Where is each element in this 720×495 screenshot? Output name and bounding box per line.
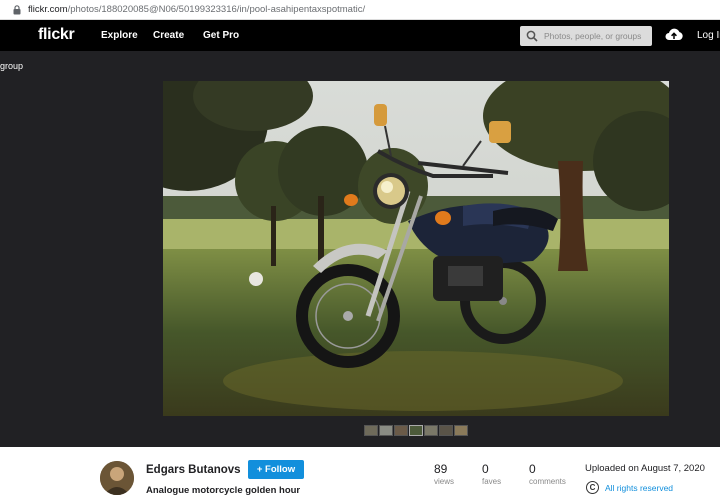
- lock-icon: [12, 4, 22, 15]
- motorcycle-photo-image: [163, 81, 669, 416]
- top-navigation: flickr Explore Create Get Pro Log In: [0, 20, 720, 51]
- author-name[interactable]: Edgars Butanovs: [146, 464, 241, 476]
- flickr-logo[interactable]: flickr: [38, 26, 75, 44]
- thumbnail-strip: [364, 425, 468, 436]
- search-box[interactable]: [520, 26, 652, 46]
- browser-address-bar[interactable]: flickr.com/photos/188020085@N06/50199323…: [0, 0, 720, 20]
- photo-title: Analogue motorcycle golden hour: [146, 485, 301, 495]
- url-text[interactable]: flickr.com/photos/188020085@N06/50199323…: [28, 4, 365, 15]
- upload-date: Uploaded on August 7, 2020: [585, 463, 705, 474]
- thumbnail[interactable]: [409, 425, 423, 436]
- thumbnail[interactable]: [454, 425, 468, 436]
- avatar[interactable]: [100, 461, 134, 495]
- thumbnail[interactable]: [439, 425, 453, 436]
- faves-count: 0: [482, 462, 489, 476]
- views-count: 89: [434, 462, 448, 476]
- comments-stat: 0 comments: [529, 462, 566, 486]
- nav-get-pro[interactable]: Get Pro: [203, 30, 239, 41]
- thumbnail[interactable]: [424, 425, 438, 436]
- license-info[interactable]: C All rights reserved: [586, 481, 673, 494]
- rights-link[interactable]: All rights reserved: [605, 483, 673, 493]
- main-photo[interactable]: [163, 81, 669, 416]
- photo-info-panel: Edgars Butanovs + Follow Analogue motorc…: [0, 447, 720, 495]
- nav-create[interactable]: Create: [153, 30, 184, 41]
- views-label: views: [434, 477, 455, 486]
- thumbnail[interactable]: [379, 425, 393, 436]
- follow-button[interactable]: + Follow: [248, 460, 304, 479]
- search-input[interactable]: [544, 31, 644, 41]
- search-icon: [526, 30, 538, 42]
- login-link[interactable]: Log In: [697, 30, 720, 41]
- views-stat: 89 views: [434, 462, 454, 486]
- faves-label: faves: [482, 477, 502, 486]
- comments-label: comments: [529, 477, 566, 486]
- faves-stat: 0 faves: [482, 462, 501, 486]
- back-to-group-link[interactable]: group: [0, 61, 23, 71]
- copyright-icon: C: [586, 481, 599, 494]
- comments-count: 0: [529, 462, 536, 476]
- thumbnail[interactable]: [394, 425, 408, 436]
- upload-cloud-icon[interactable]: [664, 27, 684, 43]
- nav-explore[interactable]: Explore: [101, 30, 138, 41]
- thumbnail[interactable]: [364, 425, 378, 436]
